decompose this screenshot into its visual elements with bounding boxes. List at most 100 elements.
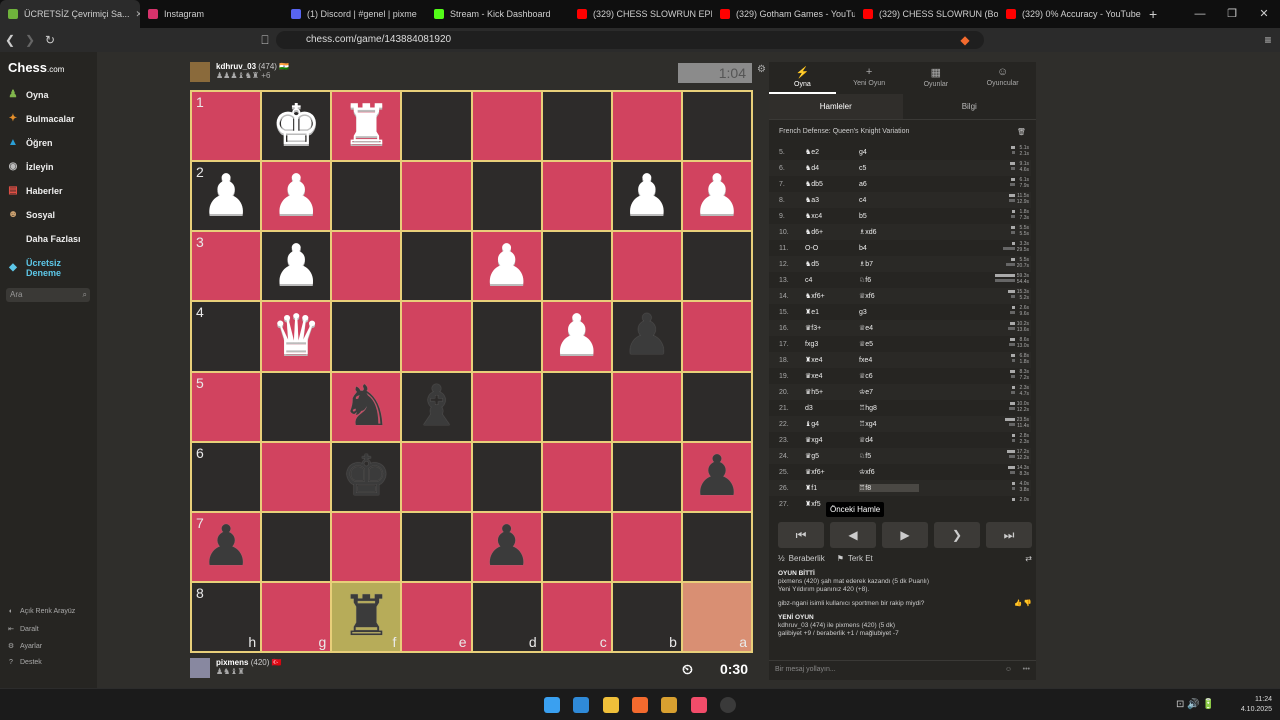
- board-square[interactable]: [541, 91, 612, 162]
- white-move[interactable]: ♜f1: [805, 484, 859, 492]
- board-square[interactable]: [541, 511, 612, 582]
- board-square[interactable]: [331, 161, 402, 232]
- board-square[interactable]: [681, 301, 752, 372]
- board-square[interactable]: [611, 91, 682, 162]
- board-square[interactable]: ♟: [471, 511, 542, 582]
- sidebar-item-0[interactable]: ♟ Oyna: [6, 88, 49, 102]
- sidebar-item-1[interactable]: ✦ Bulmacalar: [6, 112, 75, 126]
- url-field[interactable]: chess.com/game/143884081920: [276, 31, 984, 49]
- white-pawn-piece[interactable]: ♟: [481, 238, 531, 294]
- board-square[interactable]: [331, 231, 402, 302]
- back-icon[interactable]: ❮: [0, 33, 20, 47]
- board-square[interactable]: 5: [191, 371, 262, 442]
- browser-tab[interactable]: Instagram: [140, 0, 283, 28]
- move-row[interactable]: 16. ♛f3+ ♕e4 10.2s 13.6s: [769, 320, 1031, 336]
- browser-tab[interactable]: (1) Discord | #genel | pixme: [283, 0, 426, 28]
- music-icon[interactable]: [691, 697, 707, 713]
- white-move[interactable]: c4: [805, 277, 859, 284]
- board-square[interactable]: [401, 441, 472, 512]
- board-square[interactable]: ♜: [331, 91, 402, 162]
- white-move[interactable]: O-O: [805, 245, 859, 252]
- board-square[interactable]: [331, 511, 402, 582]
- previous-move-button[interactable]: ◀: [830, 522, 876, 548]
- board-square[interactable]: ♚: [331, 441, 402, 512]
- black-move[interactable]: ♗b7: [859, 260, 919, 268]
- black-rook-piece[interactable]: ♜: [341, 588, 391, 645]
- avatar[interactable]: [190, 62, 210, 82]
- white-move[interactable]: ♜e1: [805, 308, 859, 316]
- new-tab-icon[interactable]: +: [1141, 0, 1165, 28]
- close-window-icon[interactable]: ✕: [1248, 0, 1280, 28]
- board-square[interactable]: [261, 371, 332, 442]
- board-square[interactable]: ♝: [401, 371, 472, 442]
- maximize-icon[interactable]: ❐: [1216, 0, 1248, 28]
- black-move[interactable]: ♗xd6: [859, 228, 919, 236]
- black-move[interactable]: ♘f5: [859, 452, 919, 460]
- menu-icon[interactable]: ≡: [1258, 33, 1278, 47]
- board-square[interactable]: ♟: [261, 231, 332, 302]
- sidebar-footer-item[interactable]: ⇤ Daralt: [6, 625, 39, 634]
- bookmark-icon[interactable]: ⎕: [255, 33, 275, 48]
- board-square[interactable]: 8h: [191, 581, 262, 652]
- move-row[interactable]: 22. ♝g4 ♖xg4 23.5s 11.4s: [769, 416, 1031, 432]
- move-row[interactable]: 17. fxg3 ♕e5 8.6s 13.0s: [769, 336, 1031, 352]
- board-square[interactable]: g: [261, 581, 332, 652]
- board-square[interactable]: 1: [191, 91, 262, 162]
- panel-tab-3[interactable]: ☺ Oyuncular: [969, 62, 1036, 94]
- board-square[interactable]: [261, 511, 332, 582]
- white-move[interactable]: ♛f3+: [805, 324, 859, 332]
- move-row[interactable]: 11. O-O b4 3.3s 29.5s: [769, 240, 1031, 256]
- move-row[interactable]: 12. ♞d5 ♗b7 5.5s 20.7s: [769, 256, 1031, 272]
- more-icon[interactable]: •••: [1023, 661, 1030, 679]
- board-square[interactable]: [471, 371, 542, 442]
- board-square[interactable]: [401, 511, 472, 582]
- sidebar-item-2[interactable]: ▲ Öğren: [6, 136, 52, 150]
- sidebar-item-6[interactable]: ••• Daha Fazlası: [6, 232, 81, 246]
- board-square[interactable]: [471, 161, 542, 232]
- browser-tab[interactable]: (329) CHESS SLOWRUN EPISOD: [569, 0, 712, 28]
- chat-input[interactable]: Bir mesaj yollayın... ☺ •••: [769, 660, 1036, 678]
- board-square[interactable]: 6: [191, 441, 262, 512]
- board-square[interactable]: [541, 441, 612, 512]
- tab-moves[interactable]: Hamleler: [769, 94, 903, 119]
- board-square[interactable]: f ♜: [331, 581, 402, 652]
- black-move[interactable]: ♖f8: [859, 484, 919, 492]
- board-square[interactable]: [471, 301, 542, 372]
- brave-shield-icon[interactable]: ◆: [955, 33, 975, 47]
- sidebar-item-4[interactable]: ▤ Haberler: [6, 184, 62, 198]
- settings-gear-icon[interactable]: ⚙: [757, 64, 766, 75]
- browser-tab[interactable]: (329) CHESS SLOWRUN (Bonu: [855, 0, 998, 28]
- board-square[interactable]: [541, 161, 612, 232]
- black-pawn-piece[interactable]: ♟: [481, 518, 531, 575]
- black-move[interactable]: b5: [859, 213, 919, 220]
- board-square[interactable]: [471, 91, 542, 162]
- reload-icon[interactable]: ↻: [40, 33, 60, 47]
- black-pawn-piece[interactable]: ♟: [692, 448, 742, 505]
- black-move[interactable]: ♕d4: [859, 436, 919, 444]
- white-move[interactable]: ♞d6+: [805, 228, 859, 236]
- black-move[interactable]: g4: [859, 149, 919, 156]
- move-row[interactable]: 27. ♜xf5 2.0s: [769, 496, 1031, 510]
- black-pawn-piece[interactable]: ♟: [201, 518, 251, 575]
- white-move[interactable]: d3: [805, 405, 859, 412]
- move-row[interactable]: 19. ♛xe4 ♕c6 8.3s 7.2s: [769, 368, 1031, 384]
- white-queen-piece[interactable]: ♛: [271, 308, 321, 364]
- white-move[interactable]: ♛g5: [805, 452, 859, 460]
- black-move[interactable]: b4: [859, 245, 919, 252]
- minimize-icon[interactable]: —: [1184, 0, 1216, 28]
- browser-tab[interactable]: ÜCRETSİZ Çevrimiçi Sa... ✕: [0, 0, 140, 28]
- avatar[interactable]: [190, 658, 210, 678]
- move-row[interactable]: 18. ♜xe4 fxe4 6.8s 1.8s: [769, 352, 1031, 368]
- thumbs-up-icon[interactable]: 👍: [1014, 600, 1022, 607]
- sidebar-item-3[interactable]: ◉ İzleyin: [6, 160, 54, 174]
- emoji-icon[interactable]: ☺: [1005, 661, 1012, 679]
- black-move[interactable]: a6: [859, 181, 919, 188]
- move-row[interactable]: 10. ♞d6+ ♗xd6 5.5s 5.5s: [769, 224, 1031, 240]
- browser-tab[interactable]: Stream - Kick Dashboard: [426, 0, 569, 28]
- board-square[interactable]: ♟: [611, 301, 682, 372]
- sidebar-item-5[interactable]: ☻ Sosyal: [6, 208, 55, 222]
- board-square[interactable]: ♟: [541, 301, 612, 372]
- sidebar-footer-item[interactable]: ⚙ Ayarlar: [6, 642, 42, 651]
- free-trial-link[interactable]: ◆ Ücretsiz Deneme: [6, 258, 76, 278]
- board-square[interactable]: d: [471, 581, 542, 652]
